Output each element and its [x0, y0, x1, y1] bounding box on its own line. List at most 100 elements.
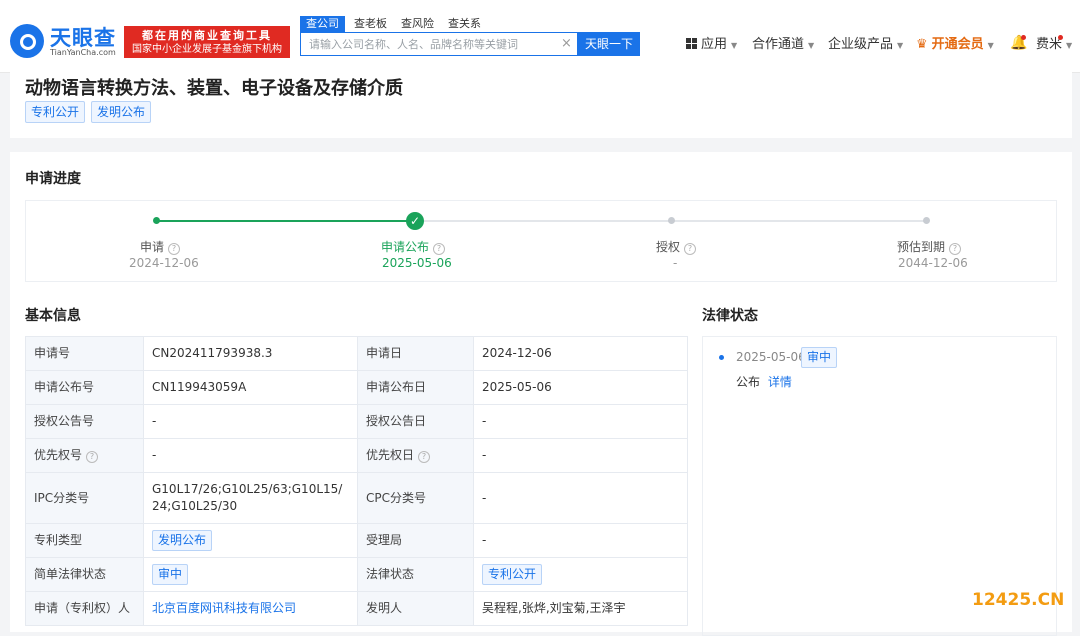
eye-logo-icon — [10, 24, 44, 58]
search-tab-risk[interactable]: 查风险 — [395, 16, 440, 32]
field-value: - — [473, 472, 688, 524]
simple-legal-status-tag: 审中 — [152, 564, 189, 585]
basic-info-table: 申请号 CN202411793938.3 申请日 2024-12-06 申请公布… — [25, 336, 688, 626]
field-label: 简单法律状态 — [25, 557, 144, 592]
search-tab-relation[interactable]: 查关系 — [442, 16, 487, 32]
field-label: 优先权日? — [357, 438, 474, 473]
legal-status-badge: 审中 — [801, 347, 838, 368]
field-label: 授权公告号 — [25, 404, 144, 439]
chevron-down-icon: ▼ — [1066, 41, 1073, 50]
nav-vip[interactable]: ♛ 开通会员 ▼ — [916, 36, 994, 54]
nav-enterprise-label: 企业级产品 — [828, 37, 894, 52]
step-dot-expire — [923, 217, 930, 224]
question-icon[interactable]: ? — [168, 243, 181, 255]
field-label: 申请公布号 — [25, 370, 144, 405]
detail-link[interactable]: 详情 — [768, 375, 792, 389]
step-date-grant: - — [673, 256, 678, 270]
field-value: 吴程程,张烨,刘宝菊,王泽宇 — [473, 591, 688, 626]
search-box: × — [300, 32, 578, 56]
step-date-expire: 2044-12-06 — [898, 256, 968, 270]
step-dot-apply — [153, 217, 160, 224]
search-button[interactable]: 天眼一下 — [578, 32, 640, 56]
field-label: 申请号 — [25, 336, 144, 371]
tianyancha-logo[interactable]: 天眼查 TianYanCha.com — [10, 22, 122, 62]
field-label: 授权公告日 — [357, 404, 474, 439]
field-label: 发明人 — [357, 591, 474, 626]
field-value: - — [143, 404, 358, 439]
patent-type-tag: 发明公布 — [152, 530, 213, 551]
slogan-line1: 都在用的商业查询工具 — [142, 29, 272, 42]
question-icon[interactable]: ? — [949, 243, 962, 255]
field-label: 申请（专利权）人 — [25, 591, 144, 626]
field-label: 受理局 — [357, 523, 474, 558]
nav-partner[interactable]: 合作通道 ▼ — [752, 36, 814, 54]
field-value: 北京百度网讯科技有限公司 — [143, 591, 358, 626]
table-row: 专利类型 发明公布 受理局 - — [25, 523, 688, 558]
timeline-dot — [719, 355, 724, 360]
progress-section-title: 申请进度 — [25, 171, 81, 187]
step-dot-grant — [668, 217, 675, 224]
nav-enterprise[interactable]: 企业级产品 ▼ — [828, 36, 903, 54]
nav-partner-label: 合作通道 — [752, 37, 805, 52]
step-date-apply: 2024-12-06 — [129, 256, 199, 270]
clear-icon[interactable]: × — [561, 36, 572, 52]
legal-status-section-title: 法律状态 — [702, 308, 758, 324]
step-label-text: 授权 — [656, 240, 681, 254]
chevron-down-icon: ▼ — [731, 41, 738, 50]
field-value: 审中 — [143, 557, 358, 592]
search-input[interactable] — [301, 33, 567, 55]
applicant-link[interactable]: 北京百度网讯科技有限公司 — [152, 601, 296, 615]
step-label-text: 预估到期 — [897, 240, 946, 254]
step-label-publish: 申请公布? — [381, 238, 446, 255]
tag-invention-publish: 发明公布 — [91, 101, 152, 123]
field-label: IPC分类号 — [25, 472, 144, 524]
legal-status-tag: 专利公开 — [482, 564, 543, 585]
question-icon[interactable]: ? — [433, 243, 446, 255]
question-icon[interactable]: ? — [418, 451, 431, 463]
table-row: 申请（专利权）人 北京百度网讯科技有限公司 发明人 吴程程,张烨,刘宝菊,王泽宇 — [25, 591, 688, 626]
patent-detail-card: 申请进度 ✓ 申请? 2024-12-06 申请公布? 2025-05-06 授… — [10, 152, 1072, 636]
table-row: IPC分类号 G10L17/26;G10L25/63;G10L15/24;G10… — [25, 472, 688, 524]
field-value: 2025-05-06 — [473, 370, 688, 405]
field-label: 法律状态 — [357, 557, 474, 592]
field-value: - — [473, 404, 688, 439]
step-date-publish: 2025-05-06 — [382, 256, 452, 270]
check-icon: ✓ — [406, 212, 424, 230]
field-label: CPC分类号 — [357, 472, 474, 524]
table-row: 申请公布号 CN119943059A 申请公布日 2025-05-06 — [25, 370, 688, 405]
field-value: 发明公布 — [143, 523, 358, 558]
table-row: 申请号 CN202411793938.3 申请日 2024-12-06 — [25, 336, 688, 371]
search-tab-company[interactable]: 查公司 — [300, 16, 345, 32]
table-row: 简单法律状态 审中 法律状态 专利公开 — [25, 557, 688, 592]
field-label-text: 优先权号 — [34, 448, 83, 462]
field-value: CN119943059A — [143, 370, 358, 405]
field-label: 申请日 — [357, 336, 474, 371]
table-row: 优先权号? - 优先权日? - — [25, 438, 688, 473]
step-label-apply: 申请? — [140, 238, 181, 255]
step-label-text: 申请公布 — [381, 240, 430, 254]
nav-apps[interactable]: 应用 ▼ — [686, 36, 737, 54]
field-value: G10L17/26;G10L25/63;G10L15/24;G10L25/30 — [143, 472, 358, 524]
notification-dot — [1021, 35, 1026, 40]
legal-status-entry: 公布 详情 — [736, 373, 792, 390]
search-tab-boss[interactable]: 查老板 — [348, 16, 393, 32]
question-icon[interactable]: ? — [86, 451, 99, 463]
field-label: 优先权号? — [25, 438, 144, 473]
watermark: 12425.CN — [972, 590, 1065, 610]
patent-title-card: 动物语言转换方法、装置、电子设备及存储介质 专利公开 发明公布 — [10, 72, 1072, 138]
tag-patent-public: 专利公开 — [25, 101, 86, 123]
chevron-down-icon: ▼ — [897, 41, 904, 50]
nav-user[interactable]: 费米 ▼ — [1036, 36, 1072, 54]
nav-vip-label: 开通会员 — [931, 37, 984, 52]
chevron-down-icon: ▼ — [987, 41, 994, 50]
nav-apps-label: 应用 — [701, 37, 728, 52]
step-label-grant: 授权? — [656, 238, 697, 255]
question-icon[interactable]: ? — [684, 243, 697, 255]
slogan-line2: 国家中小企业发展子基金旗下机构 — [132, 44, 282, 55]
field-value: - — [143, 438, 358, 473]
table-row: 授权公告号 - 授权公告日 - — [25, 404, 688, 439]
legal-status-text: 公布 — [736, 375, 761, 389]
field-value: - — [473, 438, 688, 473]
page-title: 动物语言转换方法、装置、电子设备及存储介质 — [25, 78, 403, 99]
user-notification-dot — [1058, 35, 1063, 40]
